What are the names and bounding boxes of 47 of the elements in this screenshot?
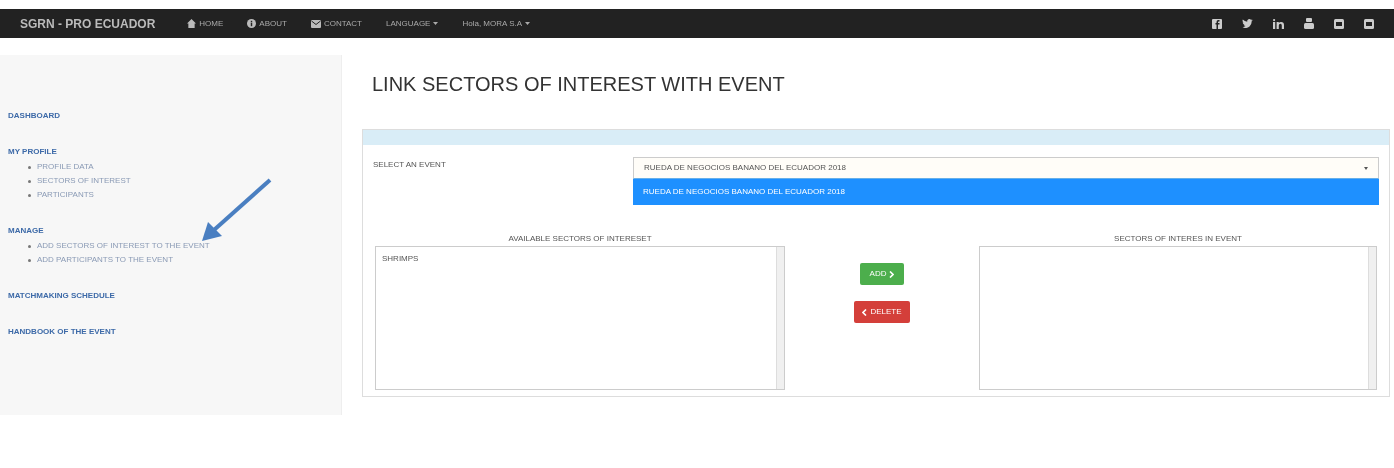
available-listbox[interactable]: SHRIMPS xyxy=(375,246,785,390)
home-icon xyxy=(187,19,197,28)
scrollbar[interactable] xyxy=(1368,247,1376,389)
bullet-icon xyxy=(28,165,31,169)
sidebar-link[interactable]: DASHBOARD xyxy=(0,110,341,122)
caret-icon xyxy=(1364,166,1368,170)
add-button[interactable]: ADD xyxy=(859,263,905,285)
sidebar-sublink[interactable]: ADD SECTORS OF INTEREST TO THE EVENT xyxy=(37,240,210,252)
sidebar-link[interactable]: MY PROFILE xyxy=(0,146,341,158)
event-select[interactable]: RUEDA DE NEGOCIOS BANANO DEL ECUADOR 2018 xyxy=(633,157,1379,179)
sidebar-sublink[interactable]: PROFILE DATA xyxy=(37,161,94,173)
chevron-left-icon xyxy=(862,308,868,316)
nav-link[interactable]: Hola, MORA S.A xyxy=(462,17,531,30)
caret-icon xyxy=(525,22,531,25)
sidebar-link[interactable]: MANAGE xyxy=(0,225,341,237)
sidebar-sublink[interactable]: PARTICIPANTS xyxy=(37,189,94,201)
page-title: LINK SECTORS OF INTEREST WITH EVENT xyxy=(372,72,786,97)
chevron-right-icon xyxy=(889,270,895,278)
facebook-icon[interactable] xyxy=(1212,18,1222,29)
sidebar-link[interactable]: HANDBOOK OF THE EVENT xyxy=(0,326,341,338)
dropdown-option[interactable]: RUEDA DE NEGOCIOS BANANO DEL ECUADOR 2018 xyxy=(633,179,1379,205)
list-heading: SECTORS OF INTERES IN EVENT xyxy=(1114,233,1242,245)
delete-button[interactable]: DELETE xyxy=(854,301,910,323)
field-label: SELECT AN EVENT xyxy=(373,159,447,171)
info-icon xyxy=(247,19,257,28)
nav-link[interactable]: ABOUT xyxy=(247,17,287,30)
scrollbar[interactable] xyxy=(776,247,784,389)
list-item[interactable]: SHRIMPS xyxy=(382,253,770,265)
nav-link[interactable]: CONTACT xyxy=(310,17,362,30)
bullet-icon xyxy=(28,244,31,248)
social-icon[interactable] xyxy=(1334,18,1344,29)
nav-link[interactable]: HOME xyxy=(187,17,224,30)
sidebar-sublink[interactable]: SECTORS OF INTEREST xyxy=(37,175,131,187)
bullet-icon xyxy=(28,193,31,197)
mail-icon xyxy=(310,19,321,28)
bullet-icon xyxy=(28,179,31,183)
sidebar-link[interactable]: MATCHMAKING SCHEDULE xyxy=(0,290,341,302)
bullet-icon xyxy=(28,258,31,262)
annotation-arrow xyxy=(200,178,272,244)
nav-link[interactable]: LANGUAGE xyxy=(386,17,439,30)
linkedin-icon[interactable] xyxy=(1273,18,1284,29)
brand-link[interactable]: SGRN - PRO ECUADOR xyxy=(20,14,156,33)
sidebar-sublink[interactable]: ADD PARTICIPANTS TO THE EVENT xyxy=(37,254,174,266)
twitter-icon[interactable] xyxy=(1242,19,1253,28)
social-icon[interactable] xyxy=(1364,18,1374,29)
list-heading: AVAILABLE SECTORS OF INTERESET xyxy=(508,233,652,245)
caret-icon xyxy=(433,22,439,25)
